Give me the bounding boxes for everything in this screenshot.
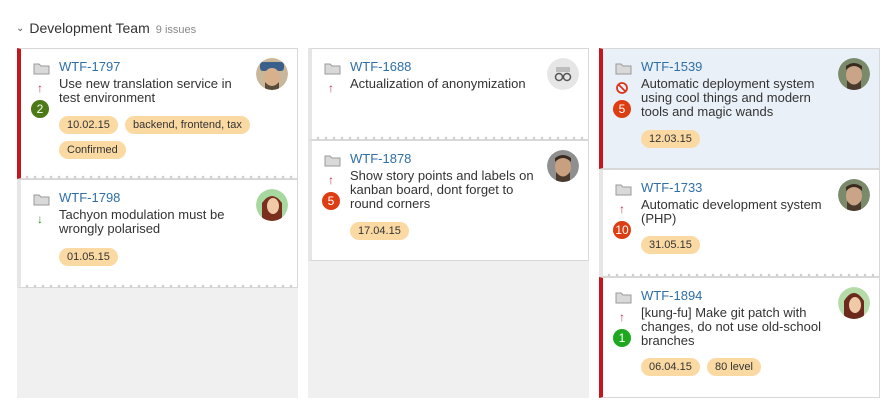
folder-icon <box>33 194 50 206</box>
issue-card-wtf-1797[interactable]: WTF-1797 Use new translation service in … <box>17 48 298 179</box>
issue-key-link[interactable]: WTF-1894 <box>641 288 702 303</box>
issue-card-wtf-1878[interactable]: WTF-1878 Show story points and labels on… <box>308 140 589 261</box>
board-column-1: WTF-1797 Use new translation service in … <box>17 48 298 398</box>
issue-card-wtf-1539[interactable]: WTF-1539 Automatic deployment system usi… <box>599 48 880 169</box>
issue-card-wtf-1894[interactable]: WTF-1894 [kung-fu] Make git patch with c… <box>599 277 880 398</box>
level-tag: 80 level <box>707 358 761 376</box>
issue-key-link[interactable]: WTF-1798 <box>59 190 120 205</box>
issue-summary: Use new translation service in test envi… <box>59 76 232 105</box>
arrow-up-icon: ↑ <box>328 81 334 95</box>
issue-summary: Tachyon modulation must be wrongly polar… <box>59 207 225 236</box>
issue-summary: Automatic deployment system using cool t… <box>641 76 815 119</box>
avatar[interactable] <box>547 58 579 90</box>
folder-icon <box>615 63 632 75</box>
avatar[interactable] <box>547 150 579 182</box>
due-date-tag: 06.04.15 <box>641 358 700 376</box>
due-date-tag: 31.05.15 <box>641 236 700 254</box>
due-date-tag: 01.05.15 <box>59 248 118 266</box>
card-divider <box>21 284 297 288</box>
arrow-up-icon: ↑ <box>37 81 43 95</box>
arrow-up-icon: ↑ <box>328 173 334 187</box>
folder-icon <box>33 63 50 75</box>
avatar[interactable] <box>838 287 870 319</box>
issue-card-wtf-1688[interactable]: WTF-1688 Actualization of anonymization … <box>308 48 589 140</box>
avatar[interactable] <box>838 58 870 90</box>
swimlane-title: Development Team <box>29 20 150 36</box>
due-date-tag: 10.02.15 <box>59 116 118 134</box>
story-points-badge: 2 <box>31 100 49 118</box>
avatar[interactable] <box>256 58 288 90</box>
arrow-up-icon: ↑ <box>619 310 625 324</box>
due-date-tag: 17.04.15 <box>350 222 409 240</box>
story-points-badge: 5 <box>613 100 631 118</box>
arrow-up-icon: ↑ <box>619 202 625 216</box>
issue-summary: Show story points and labels on kanban b… <box>350 168 534 211</box>
arrow-down-icon: ↓ <box>37 212 43 226</box>
story-points-badge: 1 <box>613 329 631 347</box>
issue-card-wtf-1733[interactable]: WTF-1733 Automatic development system (P… <box>599 169 880 277</box>
swimlane-header[interactable]: ⌄ Development Team 9 issues <box>16 20 196 38</box>
board-column-2: WTF-1688 Actualization of anonymization … <box>308 48 589 398</box>
board-column-3: WTF-1539 Automatic deployment system usi… <box>599 48 880 398</box>
folder-icon <box>324 63 341 75</box>
blocked-icon <box>616 82 628 94</box>
issue-key-link[interactable]: WTF-1539 <box>641 59 702 74</box>
issue-key-link[interactable]: WTF-1733 <box>641 180 702 195</box>
status-tag: Confirmed <box>59 141 126 159</box>
story-points-badge: 10 <box>613 221 631 239</box>
swimlane-issue-count: 9 issues <box>155 24 197 36</box>
due-date-tag: 12.03.15 <box>641 130 700 148</box>
issue-card-wtf-1798[interactable]: WTF-1798 Tachyon modulation must be wron… <box>17 179 298 288</box>
issue-summary: [kung-fu] Make git patch with changes, d… <box>641 305 821 348</box>
chevron-down-icon[interactable]: ⌄ <box>16 23 24 34</box>
components-tag: backend, frontend, tax <box>125 116 250 134</box>
folder-icon <box>324 155 341 167</box>
folder-icon <box>615 292 632 304</box>
folder-icon <box>615 184 632 196</box>
issue-key-link[interactable]: WTF-1797 <box>59 59 120 74</box>
story-points-badge: 5 <box>322 192 340 210</box>
issue-key-link[interactable]: WTF-1688 <box>350 59 411 74</box>
issue-summary: Automatic development system (PHP) <box>641 197 822 226</box>
avatar[interactable] <box>838 179 870 211</box>
issue-summary: Actualization of anonymization <box>350 76 526 91</box>
avatar[interactable] <box>256 189 288 221</box>
issue-key-link[interactable]: WTF-1878 <box>350 151 411 166</box>
